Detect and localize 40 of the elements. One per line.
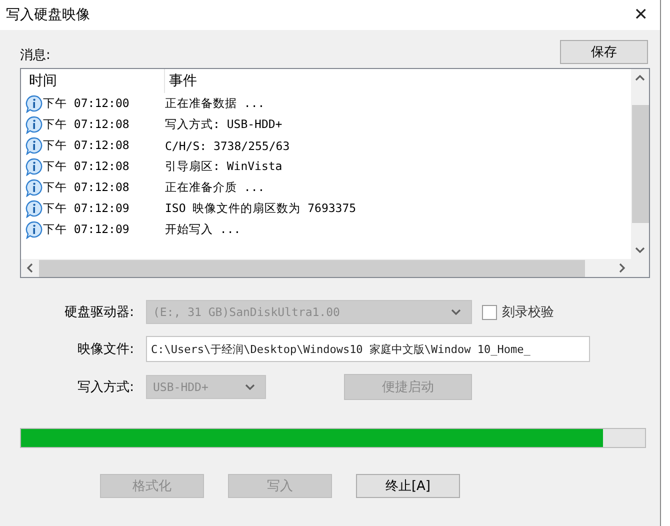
event-cell: 正在准备介质 ... [165,180,265,195]
time-cell-text: 下午 07:12:08 [43,159,130,174]
scroll-up-icon[interactable] [635,73,645,83]
info-icon [25,158,43,176]
scroll-down-icon[interactable] [635,245,645,255]
image-file-field[interactable]: C:\Users\于经润\Desktop\Windows10 家庭中文版\Window 10_Home_ [146,336,590,362]
event-cell: ISO 映像文件的扇区数为 7693375 [165,201,356,216]
time-cell-text: 下午 07:12:08 [43,180,130,195]
verify-label: 刻录校验 [502,304,554,321]
vertical-scrollbar[interactable] [631,69,649,259]
event-cell: 开始写入 ... [165,222,241,237]
action-button[interactable]: 终止[A] [356,474,460,498]
info-icon [25,200,43,218]
scroll-right-icon[interactable] [617,263,627,273]
close-button[interactable]: ✕ [634,5,648,25]
time-cell-text: 下午 07:12:00 [43,96,130,111]
save-button[interactable]: 保存 [560,40,648,64]
event-cell: C/H/S: 3738/255/63 [165,138,290,152]
info-icon [25,136,43,154]
event-cell: 引导扇区: WinVista [165,159,282,174]
column-header[interactable]: 时间 [25,69,165,93]
messages-label: 消息: [20,47,50,64]
drive-label: 硬盘驱动器: [64,304,135,321]
info-icon [25,94,43,112]
scroll-left-icon[interactable] [25,263,35,273]
window-title: 写入硬盘映像 [6,6,90,24]
info-icon [25,116,43,134]
time-cell-text: 下午 07:12:08 [43,117,130,132]
time-cell-text: 下午 07:12:08 [43,138,130,153]
info-icon [25,178,43,196]
column-header[interactable]: 事件 [165,69,465,93]
time-cell-text: 下午 07:12:09 [43,201,130,216]
time-cell-text: 下午 07:12:09 [43,222,130,237]
horizontal-scrollbar[interactable] [21,259,631,277]
write-mode-label: 写入方式: [76,379,135,396]
event-cell: 写入方式: USB-HDD+ [165,117,282,132]
event-cell: 正在准备数据 ... [165,96,265,111]
image-file-label: 映像文件: [76,341,135,358]
verify-checkbox[interactable] [482,304,497,320]
info-icon [25,220,43,238]
